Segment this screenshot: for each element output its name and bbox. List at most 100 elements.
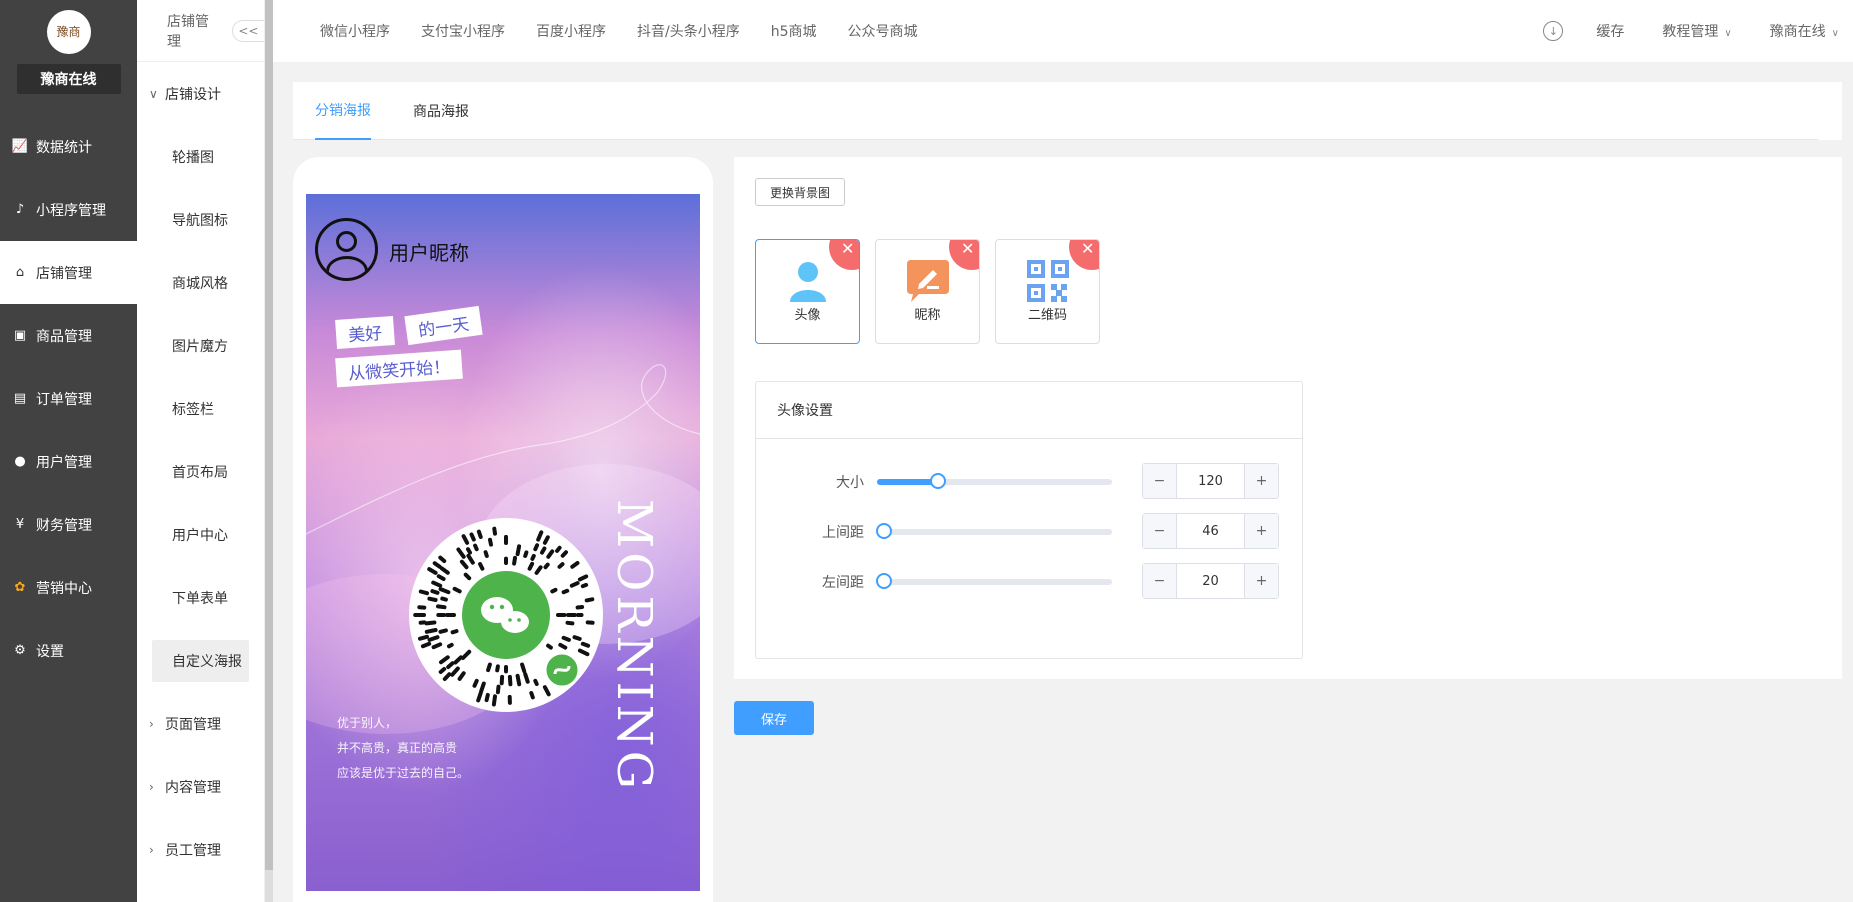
sub-item-tabbar[interactable]: 标签栏: [137, 377, 264, 440]
tab-wechat[interactable]: 微信小程序: [320, 21, 390, 41]
collapse-button[interactable]: <<: [231, 19, 264, 42]
poster-qrcode: [409, 518, 603, 712]
tab-distribution-poster[interactable]: 分销海报: [315, 82, 371, 140]
poem-line: 并不高贵，真正的高贵: [337, 741, 458, 755]
avatar-body: [326, 256, 368, 278]
poster-canvas: 用户昵称 美好 的一天 从微笑开始！ MORNING 优于别人， 并不高贵，真正…: [306, 194, 700, 891]
download-icon[interactable]: ↓: [1543, 21, 1564, 41]
decrement-button[interactable]: −: [1143, 514, 1177, 548]
menu-item-settings[interactable]: ⚙ 设置: [0, 619, 137, 682]
qrcode-dot: [540, 546, 547, 555]
sub-group-staff[interactable]: › 员工管理: [137, 818, 264, 881]
chevron-down-icon: ∨: [149, 86, 158, 101]
top-margin-input[interactable]: [1177, 514, 1244, 548]
slider-handle[interactable]: [876, 523, 893, 539]
left-margin-slider[interactable]: [876, 573, 1112, 589]
decrement-button[interactable]: −: [1143, 464, 1177, 498]
save-button[interactable]: 保存: [734, 701, 814, 735]
qrcode-dot: [438, 555, 447, 563]
increment-button[interactable]: +: [1244, 514, 1278, 548]
sub-group-label: 店铺设计: [165, 86, 221, 103]
sub-item-label: 用户中心: [172, 527, 228, 544]
qrcode-dot: [520, 662, 527, 674]
top-right-actions: ↓ 缓存 教程管理 ∨ 豫商在线 ∨: [1543, 0, 1853, 62]
poster-poem: 优于别人， 并不高贵，真正的高贵 应该是优于过去的自己。: [337, 711, 469, 786]
sub-item-order-form[interactable]: 下单表单: [137, 566, 264, 629]
sub-item-style[interactable]: 商城风格: [137, 251, 264, 314]
increment-button[interactable]: +: [1244, 564, 1278, 598]
decrement-button[interactable]: −: [1143, 564, 1177, 598]
sub-item-home-layout[interactable]: 首页布局: [137, 440, 264, 503]
slider-handle[interactable]: [930, 473, 947, 489]
menu-item-marketing[interactable]: ✿ 营销中心: [0, 556, 137, 619]
menu-item-miniprogram[interactable]: ♪ 小程序管理: [0, 178, 137, 241]
setting-row-size: 大小 − +: [756, 463, 1304, 499]
top-margin-slider[interactable]: [876, 523, 1112, 539]
qrcode-dot: [491, 694, 497, 707]
qrcode-dot: [569, 581, 580, 588]
menu-item-finance[interactable]: ¥ 财务管理: [0, 493, 137, 556]
tab-goods-poster[interactable]: 商品海报: [413, 82, 469, 140]
sub-item-nav-icons[interactable]: 导航图标: [137, 188, 264, 251]
scrollbar-thumb[interactable]: [265, 0, 273, 870]
qrcode-dot: [561, 635, 571, 642]
menu-item-orders[interactable]: ▤ 订单管理: [0, 367, 137, 430]
sub-group-pages[interactable]: › 页面管理: [137, 692, 264, 755]
poem-line: 应该是优于过去的自己。: [337, 766, 470, 780]
qrcode-dot: [436, 604, 447, 610]
qrcode-dot: [534, 565, 543, 575]
menu-item-label: 订单管理: [36, 391, 92, 408]
qrcode-dot: [570, 561, 580, 569]
tab-official-account[interactable]: 公众号商城: [848, 21, 918, 41]
sub-item-banner[interactable]: 轮播图: [137, 125, 264, 188]
remove-avatar-button[interactable]: ✕: [829, 240, 859, 270]
element-card-avatar[interactable]: 头像 ✕: [755, 239, 860, 344]
qrcode-dot: [546, 643, 553, 650]
tutorial-dropdown[interactable]: 教程管理 ∨: [1662, 21, 1731, 41]
left-margin-input[interactable]: [1177, 564, 1244, 598]
element-card-qrcode[interactable]: 二维码 ✕: [995, 239, 1100, 344]
size-slider[interactable]: [877, 473, 1112, 489]
size-input[interactable]: [1177, 464, 1244, 498]
remove-qrcode-button[interactable]: ✕: [1069, 240, 1099, 270]
menu-item-store[interactable]: ⌂ 店铺管理: [0, 241, 137, 304]
qrcode-dot: [473, 543, 479, 552]
sub-group-store-design[interactable]: ∨ 店铺设计: [137, 62, 264, 125]
tutorial-label: 教程管理: [1662, 24, 1719, 40]
slider-handle[interactable]: [876, 573, 893, 589]
tab-alipay[interactable]: 支付宝小程序: [421, 21, 505, 41]
qrcode-dot: [515, 544, 522, 557]
platform-tabs: 微信小程序 支付宝小程序 百度小程序 抖音/头条小程序 h5商城 公众号商城: [273, 21, 949, 41]
brand-area: 豫商 豫商在线: [0, 0, 137, 105]
qrcode-dot: [495, 664, 500, 673]
left-margin-stepper: − +: [1142, 563, 1279, 599]
sub-group-content[interactable]: › 内容管理: [137, 755, 264, 818]
brand-logo[interactable]: 豫商: [46, 10, 91, 54]
menu-item-goods[interactable]: ▣ 商品管理: [0, 304, 137, 367]
cache-link[interactable]: 缓存: [1596, 21, 1624, 41]
tab-baidu[interactable]: 百度小程序: [536, 21, 606, 41]
menu-item-users[interactable]: ● 用户管理: [0, 430, 137, 493]
sub-item-image-cube[interactable]: 图片魔方: [137, 314, 264, 377]
menu-item-label: 营销中心: [36, 580, 92, 597]
sub-sidebar-header: 店铺管理 <<: [137, 0, 264, 62]
tab-h5[interactable]: h5商城: [771, 21, 817, 41]
user-dropdown[interactable]: 豫商在线 ∨: [1770, 21, 1839, 41]
qrcode-dot: [478, 562, 485, 571]
sub-item-label: 轮播图: [172, 149, 214, 166]
element-card-nickname[interactable]: 昵称 ✕: [875, 239, 980, 344]
qrcode-dot: [457, 671, 466, 681]
sub-item-label: 自定义海报: [152, 639, 249, 682]
qrcode-dot: [523, 672, 530, 684]
qrcode-dot: [427, 596, 438, 602]
poster-nickname: 用户昵称: [389, 241, 469, 265]
sub-item-user-center[interactable]: 用户中心: [137, 503, 264, 566]
remove-nickname-button[interactable]: ✕: [949, 240, 979, 270]
qrcode-dot: [527, 561, 535, 571]
increment-button[interactable]: +: [1244, 464, 1278, 498]
element-card-label: 头像: [794, 308, 821, 323]
tab-douyin[interactable]: 抖音/头条小程序: [637, 21, 740, 41]
menu-item-stats[interactable]: 📈 数据统计: [0, 115, 137, 178]
sub-item-custom-poster[interactable]: 自定义海报: [137, 629, 264, 692]
change-background-button[interactable]: 更换背景图: [755, 178, 846, 206]
